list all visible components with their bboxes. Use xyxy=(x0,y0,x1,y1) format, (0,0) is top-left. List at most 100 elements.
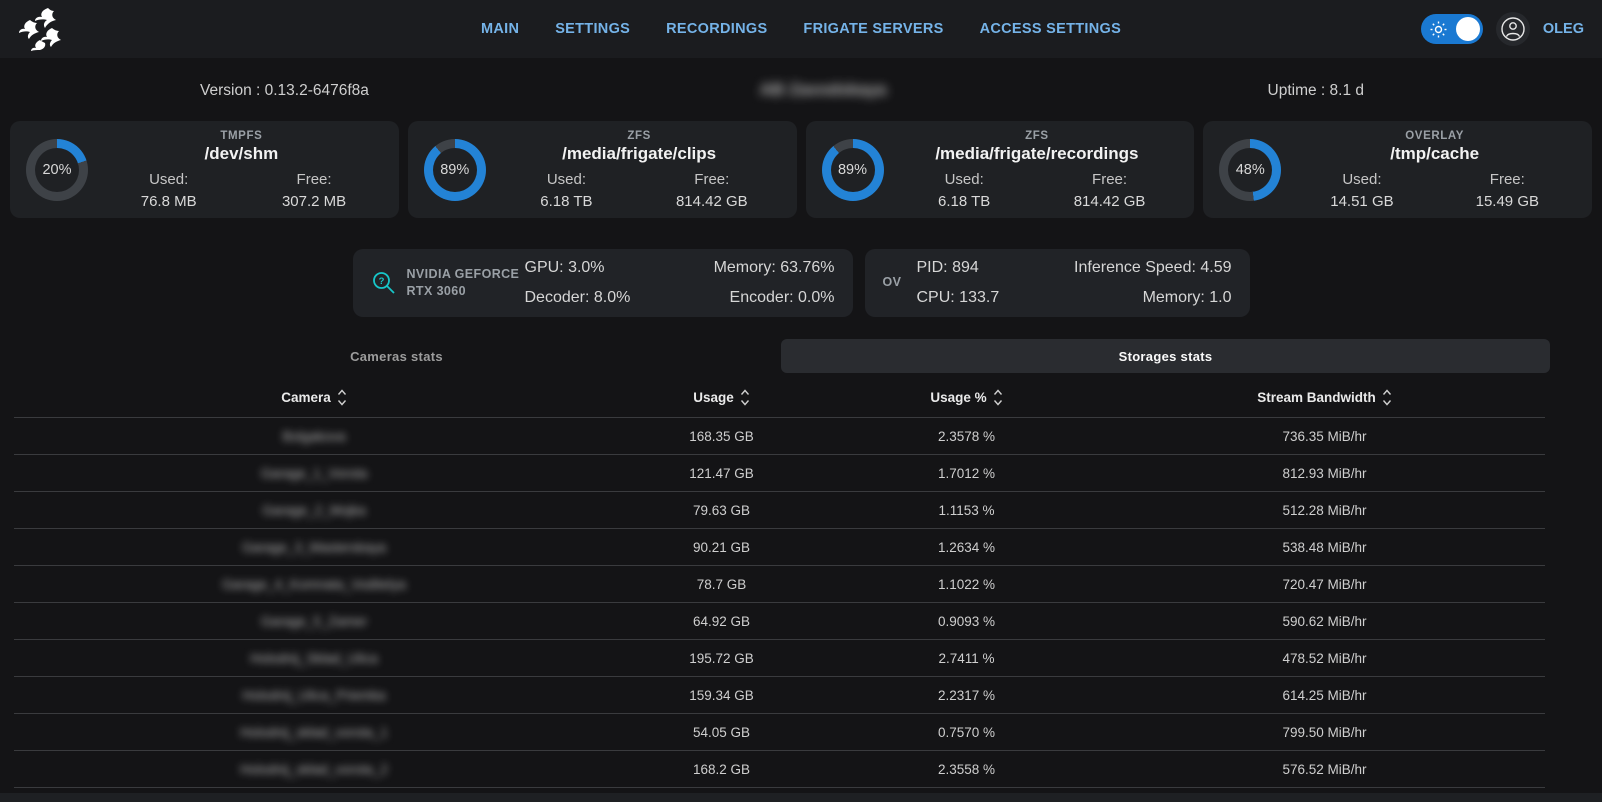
bandwidth-cell: 538.48 MiB/hr xyxy=(1104,540,1545,555)
storage-card-cache: 48% OVERLAY /tmp/cache Used: 14.51 GB Fr… xyxy=(1203,121,1592,218)
donut-percent-label: 89% xyxy=(831,148,875,192)
nav-item-main[interactable]: MAIN xyxy=(481,21,519,37)
camera-name-blurred: Garage_5_Zamer xyxy=(14,614,614,629)
tab-cameras-stats[interactable]: Cameras stats xyxy=(12,339,781,373)
usage-percent-cell: 1.2634 % xyxy=(829,540,1104,555)
free-value: 814.42 GB xyxy=(639,193,784,210)
system-info-row: Version : 0.13.2-6476f8a AB Zavodskaya U… xyxy=(0,80,1602,108)
camera-name-blurred: Garage_4_Komnata_Voditelya xyxy=(14,577,614,592)
tab-storages-stats[interactable]: Storages stats xyxy=(781,339,1550,373)
nav-item-settings[interactable]: SETTINGS xyxy=(555,21,630,37)
bandwidth-cell: 478.52 MiB/hr xyxy=(1104,651,1545,666)
column-header-usage-percent[interactable]: Usage % xyxy=(829,389,1104,406)
detector-stats-card: OV PID: 894 CPU: 133.7 Inference Speed: … xyxy=(865,249,1250,317)
navbar-right-group: OLEG xyxy=(1421,12,1584,46)
camera-name-blurred: Holodnij_Ulica_Priemka xyxy=(14,688,614,703)
sort-icon xyxy=(337,389,347,406)
nav-item-access-settings[interactable]: ACCESS SETTINGS xyxy=(980,21,1121,37)
nav-item-recordings[interactable]: RECORDINGS xyxy=(666,21,767,37)
usage-percent-cell: 1.1022 % xyxy=(829,577,1104,592)
gpu-decoder-value: Decoder: 8.0% xyxy=(525,283,631,313)
camera-name-blurred: Bolgakova xyxy=(14,429,614,444)
nav-item-frigate-servers[interactable]: FRIGATE SERVERS xyxy=(803,21,943,37)
column-header-usage[interactable]: Usage xyxy=(614,389,829,406)
usage-cell: 79.63 GB xyxy=(614,503,829,518)
camera-name-blurred: Garage_2_Mojka xyxy=(14,503,614,518)
table-row: Garage_5_Zamer 64.92 GB 0.9093 % 590.62 … xyxy=(14,602,1545,639)
usage-cell: 159.34 GB xyxy=(614,688,829,703)
usage-percent-cell: 2.3558 % xyxy=(829,762,1104,777)
fs-type-label: OVERLAY xyxy=(1289,130,1580,142)
fs-type-label: ZFS xyxy=(892,130,1183,142)
free-label: Free: xyxy=(1435,171,1580,188)
usage-cell: 78.7 GB xyxy=(614,577,829,592)
usage-cell: 121.47 GB xyxy=(614,466,829,481)
detector-memory-value: Memory: 1.0 xyxy=(1074,283,1231,313)
table-row: Garage_2_Mojka 79.63 GB 1.1153 % 512.28 … xyxy=(14,491,1545,528)
process-cards-row: ? NVIDIA GEFORCE RTX 3060 GPU: 3.0% Deco… xyxy=(0,249,1602,317)
usage-percent-cell: 2.3578 % xyxy=(829,429,1104,444)
person-icon xyxy=(1500,16,1526,42)
frigate-logo-icon[interactable] xyxy=(18,6,70,52)
mount-path-label: /dev/shm xyxy=(96,144,387,164)
table-header-row: Camera Usage Usage % Stream Bandwidth xyxy=(14,377,1545,417)
version-label: Version : 0.13.2-6476f8a xyxy=(200,82,369,100)
used-value: 76.8 MB xyxy=(96,193,241,210)
usage-donut: 89% xyxy=(424,139,486,201)
free-label: Free: xyxy=(639,171,784,188)
table-row: Holodnij_Ulica_Priemka 159.34 GB 2.2317 … xyxy=(14,676,1545,713)
theme-toggle[interactable] xyxy=(1421,14,1483,44)
gpu-search-icon: ? xyxy=(371,270,397,296)
bandwidth-cell: 576.52 MiB/hr xyxy=(1104,762,1545,777)
usage-donut: 89% xyxy=(822,139,884,201)
table-row: Holodnij_sklad_vorota_1 54.05 GB 0.7570 … xyxy=(14,713,1545,750)
column-header-camera[interactable]: Camera xyxy=(14,389,614,406)
detector-pid-value: PID: 894 xyxy=(917,253,1000,283)
fs-type-label: TMPFS xyxy=(96,130,387,142)
usage-percent-cell: 1.7012 % xyxy=(829,466,1104,481)
usage-percent-cell: 1.1153 % xyxy=(829,503,1104,518)
table-row: Garage_1_Vorota 121.47 GB 1.7012 % 812.9… xyxy=(14,454,1545,491)
usage-donut: 20% xyxy=(26,139,88,201)
fs-type-label: ZFS xyxy=(494,130,785,142)
used-value: 14.51 GB xyxy=(1289,193,1434,210)
svg-text:?: ? xyxy=(378,276,384,287)
table-row: Holodnij_Sklad_Ulica 195.72 GB 2.7411 % … xyxy=(14,639,1545,676)
table-row: Bolgakova 168.35 GB 2.3578 % 736.35 MiB/… xyxy=(14,417,1545,454)
free-value: 814.42 GB xyxy=(1037,193,1182,210)
used-label: Used: xyxy=(494,171,639,188)
usage-percent-cell: 0.7570 % xyxy=(829,725,1104,740)
table-bottom-divider xyxy=(14,787,1545,788)
camera-name-blurred: Holodnij_sklad_vorota_1 xyxy=(14,725,614,740)
stats-tabs: Cameras stats Storages stats xyxy=(12,339,1550,373)
sort-icon xyxy=(993,389,1003,406)
usage-donut: 48% xyxy=(1219,139,1281,201)
donut-percent-label: 20% xyxy=(35,148,79,192)
usage-cell: 195.72 GB xyxy=(614,651,829,666)
gpu-memory-value: Memory: 63.76% xyxy=(714,253,835,283)
free-value: 15.49 GB xyxy=(1435,193,1580,210)
detector-cpu-value: CPU: 133.7 xyxy=(917,283,1000,313)
bandwidth-cell: 614.25 MiB/hr xyxy=(1104,688,1545,703)
storage-card-recordings: 89% ZFS /media/frigate/recordings Used: … xyxy=(806,121,1195,218)
bottom-strip xyxy=(0,793,1602,802)
mount-path-label: /tmp/cache xyxy=(1289,144,1580,164)
gpu-usage-value: GPU: 3.0% xyxy=(525,253,631,283)
donut-percent-label: 89% xyxy=(433,148,477,192)
free-value: 307.2 MB xyxy=(241,193,386,210)
camera-name-blurred: Garage_3_Masterskaya xyxy=(14,540,614,555)
toggle-knob[interactable] xyxy=(1456,17,1480,41)
usage-cell: 64.92 GB xyxy=(614,614,829,629)
username-label[interactable]: OLEG xyxy=(1543,21,1584,37)
usage-cell: 54.05 GB xyxy=(614,725,829,740)
detector-inference-value: Inference Speed: 4.59 xyxy=(1074,253,1231,283)
user-avatar[interactable] xyxy=(1496,12,1530,46)
bandwidth-cell: 590.62 MiB/hr xyxy=(1104,614,1545,629)
sort-icon xyxy=(740,389,750,406)
usage-cell: 168.2 GB xyxy=(614,762,829,777)
bandwidth-cell: 512.28 MiB/hr xyxy=(1104,503,1545,518)
gpu-stats-card: ? NVIDIA GEFORCE RTX 3060 GPU: 3.0% Deco… xyxy=(353,249,853,317)
column-header-stream-bandwidth[interactable]: Stream Bandwidth xyxy=(1104,389,1545,406)
bandwidth-cell: 736.35 MiB/hr xyxy=(1104,429,1545,444)
table-row: Holodnij_sklad_vorota_2 168.2 GB 2.3558 … xyxy=(14,750,1545,787)
